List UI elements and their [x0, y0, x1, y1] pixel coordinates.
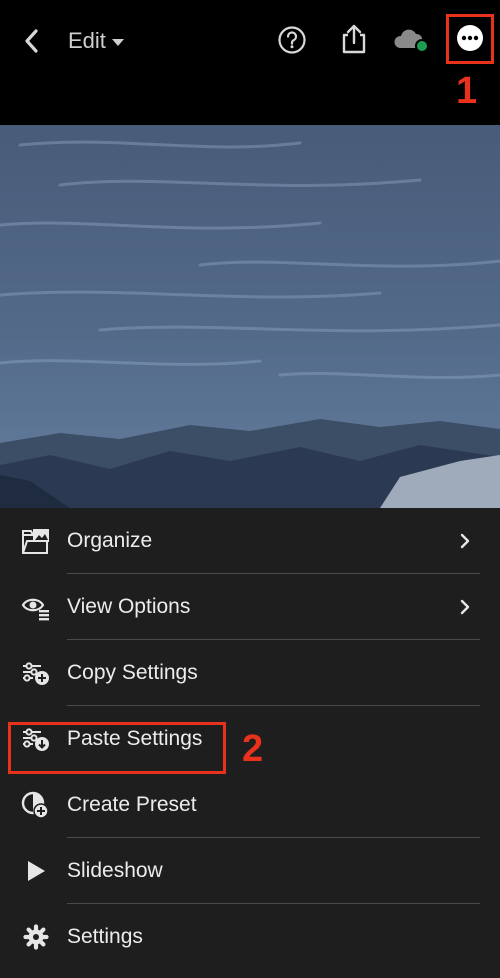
callout-number-2: 2: [242, 728, 264, 770]
play-icon: [20, 855, 52, 887]
edit-mode-label: Edit: [68, 28, 106, 53]
menu-item-settings[interactable]: Settings: [0, 904, 500, 970]
photo-preview[interactable]: [0, 125, 500, 508]
callout-box-paste-settings: [8, 722, 226, 774]
menu-item-label: Settings: [67, 925, 143, 948]
share-icon: [342, 24, 366, 54]
copy-settings-icon: [20, 657, 52, 689]
view-options-icon: [20, 591, 52, 623]
back-button[interactable]: [14, 24, 48, 58]
cloud-sync-icon: [394, 29, 429, 53]
options-menu: Organize View Options Copy Settings Past…: [0, 508, 500, 970]
chevron-left-icon: [25, 29, 38, 53]
callout-number-1: 1: [456, 70, 478, 112]
menu-item-label: Copy Settings: [67, 661, 198, 684]
edit-mode-dropdown[interactable]: Edit: [68, 24, 124, 58]
menu-item-slideshow[interactable]: Slideshow: [0, 838, 500, 904]
menu-item-view-options[interactable]: View Options: [0, 574, 500, 640]
sync-status-dot: [415, 39, 429, 53]
menu-item-label: Create Preset: [67, 793, 197, 816]
gear-icon: [20, 921, 52, 953]
menu-item-label: Slideshow: [67, 859, 163, 882]
help-button[interactable]: [276, 24, 308, 56]
help-icon: [278, 26, 306, 54]
create-preset-icon: [20, 789, 52, 821]
chevron-right-icon: [460, 533, 470, 549]
share-button[interactable]: [338, 22, 370, 56]
menu-item-label: View Options: [67, 595, 191, 618]
chevron-right-icon: [460, 599, 470, 615]
menu-item-create-preset[interactable]: Create Preset: [0, 772, 500, 838]
top-toolbar: Edit 1: [0, 0, 500, 125]
menu-item-copy-settings[interactable]: Copy Settings: [0, 640, 500, 706]
menu-item-organize[interactable]: Organize: [0, 508, 500, 574]
menu-item-label: Organize: [67, 529, 153, 552]
caret-down-icon: [111, 38, 124, 46]
landscape-photo: [0, 125, 500, 508]
callout-box-more-options: [446, 14, 494, 64]
organize-icon: [20, 525, 52, 557]
cloud-sync-button[interactable]: [392, 26, 432, 56]
